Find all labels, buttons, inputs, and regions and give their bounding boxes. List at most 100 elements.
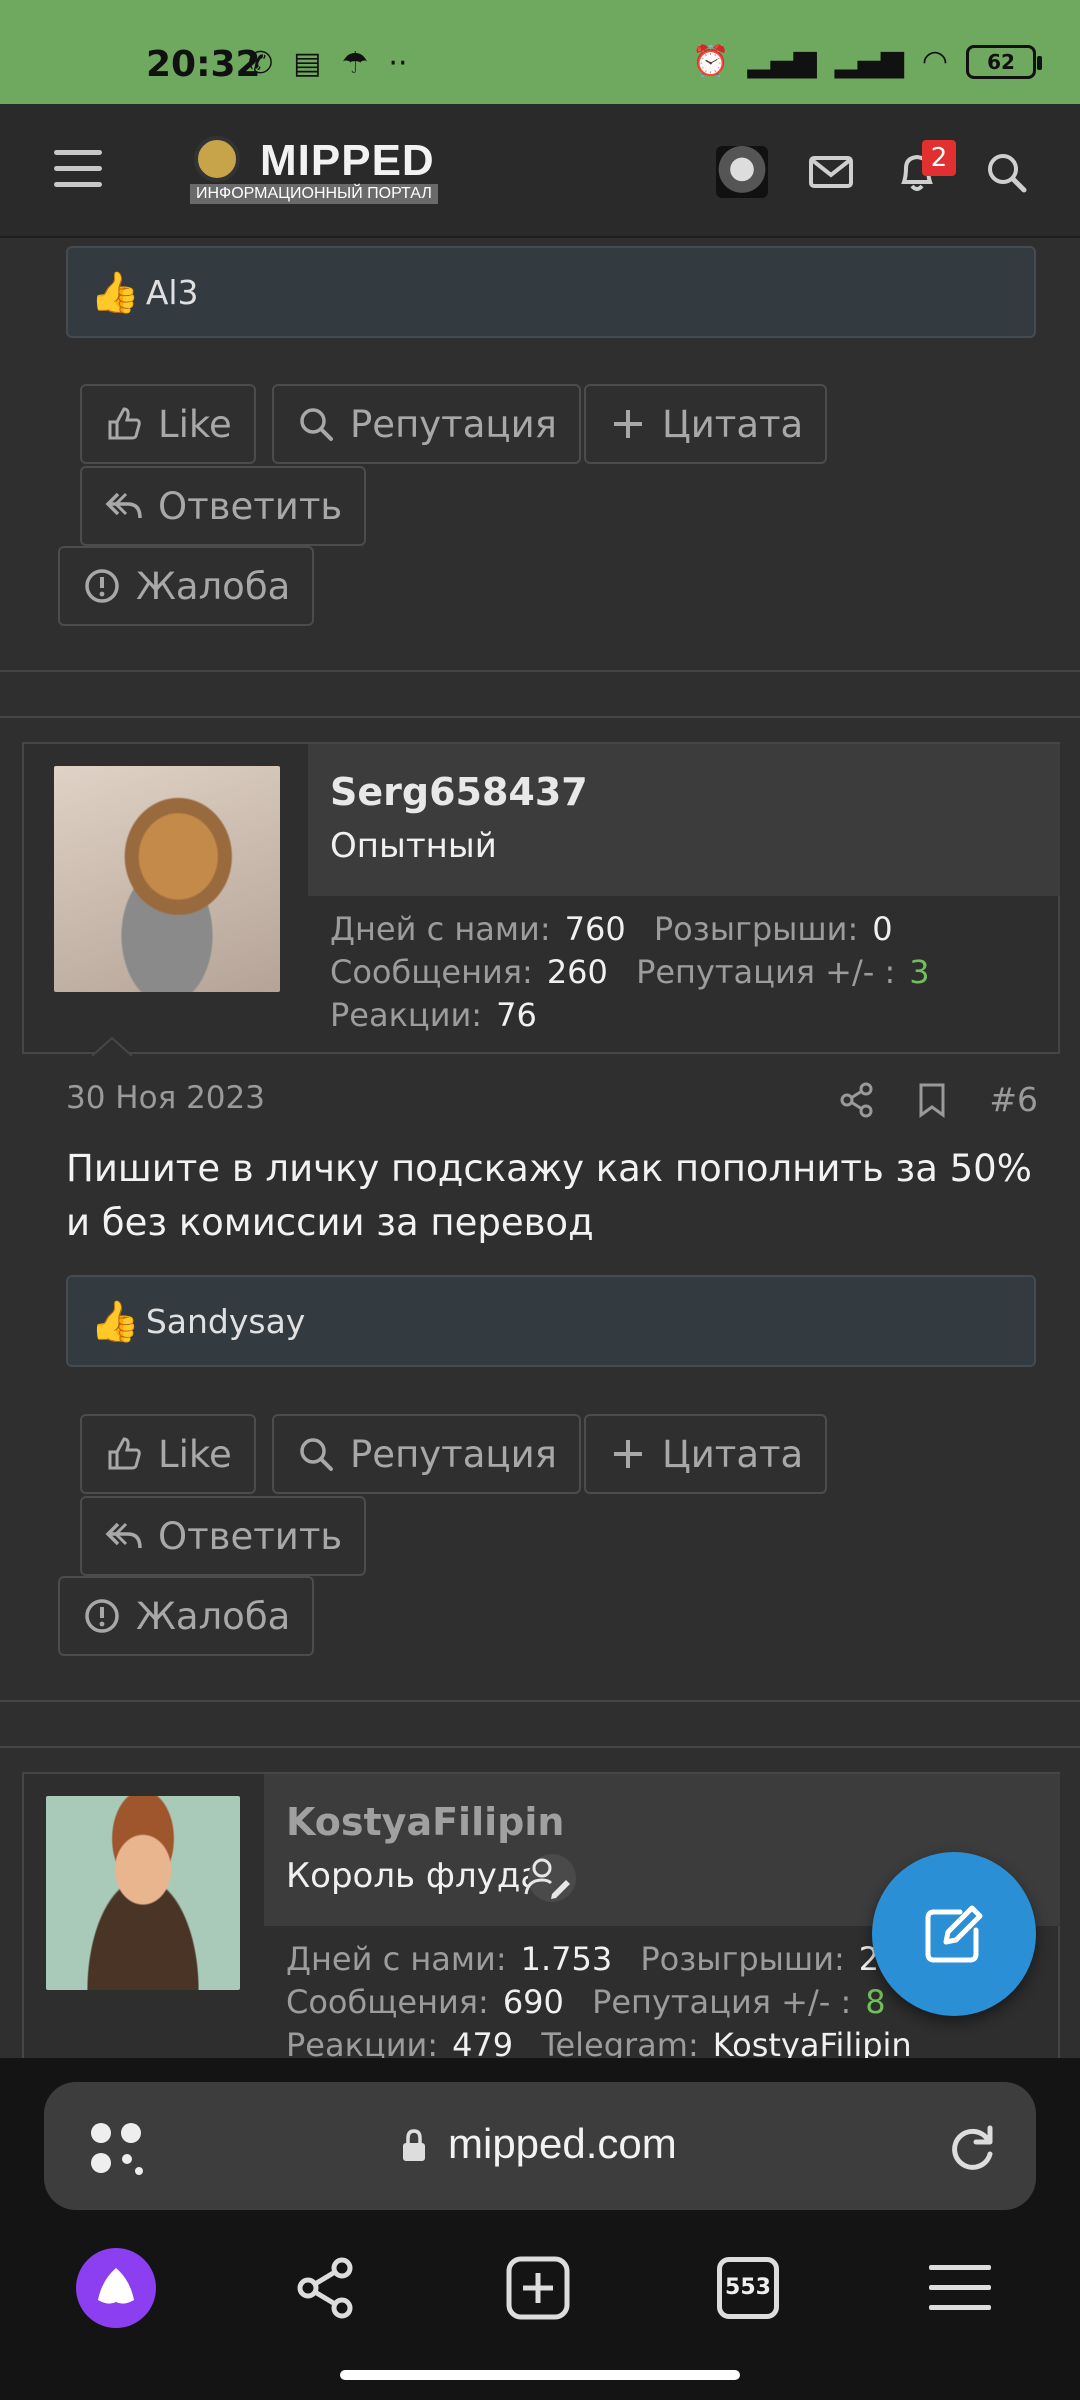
stats-row: Дней с нами: 760 Розыгрыши: 0 bbox=[330, 908, 930, 951]
reply-label: Ответить bbox=[158, 1514, 343, 1558]
tabs-icon[interactable]: 553 bbox=[706, 2246, 790, 2330]
reactions-label: Реакции: bbox=[330, 996, 483, 1034]
search-icon bbox=[300, 408, 333, 441]
like-button[interactable]: Like bbox=[80, 1414, 256, 1494]
giveaways-label: Розыгрыши: bbox=[640, 1940, 845, 1978]
reputation-button[interactable]: Репутация bbox=[272, 1414, 581, 1494]
reply-icon bbox=[105, 492, 142, 519]
stats-row: Дней с нами: 1.753 Розыгрыши: 2 bbox=[286, 1938, 930, 1981]
user-edit-icon bbox=[524, 1854, 576, 1902]
report-label: Жалоба bbox=[136, 564, 291, 608]
reputation-button[interactable]: Репутация bbox=[272, 384, 581, 464]
browser-menu-icon[interactable] bbox=[918, 2246, 1002, 2330]
divider bbox=[0, 670, 1080, 672]
user-avatar[interactable] bbox=[54, 766, 280, 992]
user-stats: Дней с нами: 760 Розыгрыши: 0 Сообщения: 26… bbox=[330, 908, 930, 1037]
search-icon[interactable] bbox=[982, 148, 1032, 196]
reputation-value: 3 bbox=[909, 953, 930, 991]
reputation-label: Репутация bbox=[350, 1432, 557, 1476]
username[interactable]: KostyaFilipin bbox=[286, 1800, 564, 1844]
site-logo[interactable]: MIPPED ИНФОРМАЦИОННЫЙ ПОРТАЛ bbox=[184, 132, 464, 212]
user-title: Король флуда bbox=[286, 1856, 542, 1896]
phone-icon: ✆ bbox=[248, 46, 274, 81]
reactions-value: 76 bbox=[496, 996, 537, 1034]
like-label: Like bbox=[158, 1432, 232, 1476]
report-button[interactable]: Жалоба bbox=[58, 546, 315, 626]
like-icon bbox=[108, 407, 141, 440]
user-avatar[interactable] bbox=[46, 1796, 240, 1990]
bookmark-icon[interactable] bbox=[917, 1082, 947, 1118]
url-text[interactable]: mipped.com bbox=[448, 2120, 677, 2168]
edit-icon bbox=[925, 1905, 983, 1963]
stats-row: Реакции: 76 bbox=[330, 994, 930, 1037]
alice-assistant-icon[interactable] bbox=[74, 2246, 158, 2330]
sim-icon: ▤ bbox=[293, 46, 322, 81]
thumbs-up-icon: 👍 bbox=[90, 269, 140, 316]
days-value: 760 bbox=[564, 910, 626, 948]
logo-title: MIPPED bbox=[260, 136, 435, 185]
status-left-icons: ✆ ▤ ☂ ·· bbox=[248, 46, 407, 81]
report-label: Жалоба bbox=[136, 1594, 291, 1638]
user-stats: Дней с нами: 1.753 Розыгрыши: 2 Сообщения:… bbox=[286, 1938, 930, 2067]
home-indicator[interactable] bbox=[340, 2370, 740, 2380]
clock: 20:32 bbox=[146, 44, 261, 85]
messages-label: Сообщения: bbox=[286, 1983, 489, 2021]
user-avatar[interactable] bbox=[716, 146, 768, 198]
signal-icon-2: ▂▄▆ bbox=[834, 44, 904, 79]
quote-button[interactable]: Цитата bbox=[584, 1414, 828, 1494]
alert-icon bbox=[85, 1599, 119, 1633]
user-title: Опытный bbox=[330, 826, 497, 866]
like-button[interactable]: Like bbox=[80, 384, 256, 464]
more-dots-icon: ·· bbox=[388, 46, 408, 81]
notifications-badge: 2 bbox=[922, 140, 956, 176]
new-tab-icon[interactable] bbox=[496, 2246, 580, 2330]
reactions-bar[interactable]: 👍 Sandysay bbox=[66, 1275, 1036, 1367]
like-label: Like bbox=[158, 402, 232, 446]
plus-icon bbox=[614, 1440, 642, 1468]
alarm-icon: ⏰ bbox=[692, 44, 730, 79]
stats-row: Сообщения: 690 Репутация +/- : 8 bbox=[286, 1981, 930, 2024]
username[interactable]: Serg658437 bbox=[330, 770, 588, 814]
reply-icon bbox=[105, 1522, 142, 1549]
wifi-icon: ◠ bbox=[921, 44, 948, 79]
stats-row: Сообщения: 260 Репутация +/- : 3 bbox=[330, 951, 930, 994]
post-number[interactable]: #6 bbox=[989, 1080, 1038, 1119]
reaction-user[interactable]: Al3 bbox=[146, 273, 199, 312]
report-button[interactable]: Жалоба bbox=[58, 1576, 315, 1656]
messages-value: 690 bbox=[502, 1983, 564, 2021]
post-date[interactable]: 30 Ноя 2023 bbox=[66, 1080, 265, 1116]
logo-mark bbox=[194, 136, 240, 182]
user-header-panel bbox=[308, 744, 1060, 896]
reply-button[interactable]: Ответить bbox=[80, 1496, 367, 1576]
reply-label: Ответить bbox=[158, 484, 343, 528]
thumbs-up-icon: 👍 bbox=[90, 1298, 140, 1345]
menu-icon[interactable] bbox=[54, 150, 102, 190]
reputation-value: 8 bbox=[865, 1983, 886, 2021]
reload-icon[interactable] bbox=[944, 2120, 1000, 2176]
status-right-icons: ⏰ ▂▄▆ ▂▄▆ ◠ 62 bbox=[692, 44, 1042, 79]
messages-label: Сообщения: bbox=[330, 953, 533, 991]
reactions-bar[interactable]: 👍 Al3 bbox=[66, 246, 1036, 338]
apps-grid-icon[interactable] bbox=[86, 2118, 146, 2178]
reaction-user[interactable]: Sandysay bbox=[146, 1302, 306, 1341]
signal-icon: ▂▄▆ bbox=[747, 44, 817, 79]
plus-icon bbox=[614, 410, 642, 438]
user-block-pointer bbox=[92, 1036, 132, 1056]
compose-button[interactable] bbox=[872, 1852, 1036, 2016]
post-meta: #6 bbox=[839, 1080, 1038, 1119]
share-icon[interactable] bbox=[839, 1082, 875, 1118]
post-user-block: Serg658437 Опытный Дней с нами: 760 Розыг… bbox=[22, 742, 1060, 1054]
tabs-count: 553 bbox=[717, 2257, 779, 2319]
quote-label: Цитата bbox=[662, 1432, 804, 1476]
umbrella-icon: ☂ bbox=[341, 46, 369, 81]
share-icon[interactable] bbox=[284, 2246, 368, 2330]
quote-button[interactable]: Цитата bbox=[584, 384, 828, 464]
mail-icon[interactable] bbox=[806, 148, 856, 196]
divider bbox=[0, 1700, 1080, 1702]
lock-icon bbox=[403, 2129, 425, 2161]
battery-icon: 62 bbox=[966, 44, 1042, 79]
like-icon bbox=[108, 1437, 141, 1470]
search-icon bbox=[300, 1438, 333, 1471]
reply-button[interactable]: Ответить bbox=[80, 466, 367, 546]
days-label: Дней с нами: bbox=[330, 910, 551, 948]
